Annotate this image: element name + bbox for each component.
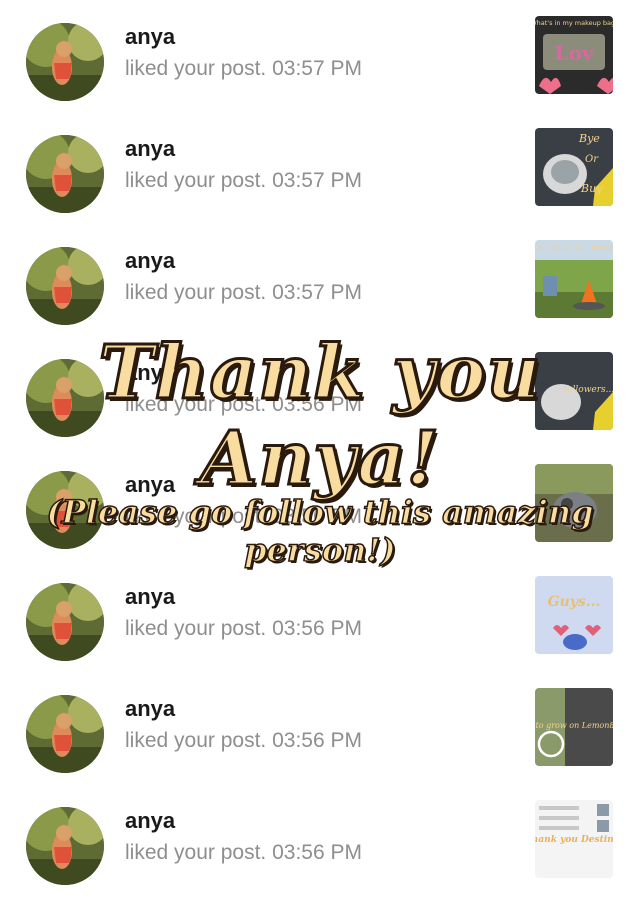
svg-text:Buy: Buy <box>580 182 603 195</box>
post-thumbnail[interactable]: Bye Or Buy <box>535 128 613 206</box>
thumb-art-text: to grow on Lemon8 <box>536 721 613 730</box>
notification-text: liked your post. 03:56 PM <box>125 393 362 416</box>
notification-text: liked your post. 03:57 PM <box>125 57 362 80</box>
username[interactable]: anya <box>125 584 175 610</box>
notification-row[interactable]: anya liked your post. 03:56 PM <box>0 464 640 585</box>
notification-row[interactable]: anya liked your post. 03:56 PM Guys... <box>0 576 640 697</box>
thumb-art-text: followers... <box>563 385 613 395</box>
notification-row[interactable]: anya liked your post. 03:56 PM followers… <box>0 352 640 473</box>
notification-text: liked your post. 03:56 PM <box>125 841 362 864</box>
post-thumbnail[interactable]: Guys... <box>535 576 613 654</box>
thumb-art-text: Guys... <box>548 594 601 610</box>
thumb-art-text: Lov <box>554 41 594 65</box>
username[interactable]: anya <box>125 360 175 386</box>
thumb-caption: What's in my makeup bag! <box>535 19 613 27</box>
avatar[interactable] <box>26 807 104 885</box>
notification-row[interactable]: anya liked your post. 03:57 PM Lov What's… <box>0 16 640 137</box>
username[interactable]: anya <box>125 136 175 162</box>
avatar[interactable] <box>26 247 104 325</box>
post-thumbnail[interactable]: to grow on Lemon8 <box>535 688 613 766</box>
username[interactable]: anya <box>125 472 175 498</box>
thumb-caption: Thank you to my 1 follower! <box>535 244 613 252</box>
avatar[interactable] <box>26 135 104 213</box>
post-thumbnail[interactable]: Thank you Destiny! <box>535 800 613 878</box>
thumb-art-text: Thank you Destiny! <box>535 835 613 845</box>
post-thumbnail[interactable]: followers... <box>535 352 613 430</box>
username[interactable]: anya <box>125 808 175 834</box>
notification-row[interactable]: anya liked your post. 03:56 PM to grow o… <box>0 688 640 809</box>
username[interactable]: anya <box>125 248 175 274</box>
avatar[interactable] <box>26 359 104 437</box>
avatar[interactable] <box>26 583 104 661</box>
notification-row[interactable]: anya liked your post. 03:57 PM Thank you… <box>0 240 640 361</box>
avatar[interactable] <box>26 23 104 101</box>
notification-text: liked your post. 03:57 PM <box>125 169 362 192</box>
avatar[interactable] <box>26 471 104 549</box>
notification-text: liked your post. 03:56 PM <box>125 729 362 752</box>
username[interactable]: anya <box>125 24 175 50</box>
post-thumbnail[interactable]: Lov What's in my makeup bag! <box>535 16 613 94</box>
thumb-art-text: Bye <box>578 132 600 145</box>
username[interactable]: anya <box>125 696 175 722</box>
post-thumbnail[interactable]: Thank you to my 1 follower! <box>535 240 613 318</box>
avatar[interactable] <box>26 695 104 773</box>
notification-text: liked your post. 03:56 PM <box>125 505 362 528</box>
post-thumbnail[interactable] <box>535 464 613 542</box>
notification-text: liked your post. 03:56 PM <box>125 617 362 640</box>
svg-text:Or: Or <box>585 154 599 165</box>
notification-row[interactable]: anya liked your post. 03:57 PM Bye Or Buy <box>0 128 640 249</box>
notification-row[interactable]: anya liked your post. 03:56 PM Thank you… <box>0 800 640 921</box>
notification-text: liked your post. 03:57 PM <box>125 281 362 304</box>
